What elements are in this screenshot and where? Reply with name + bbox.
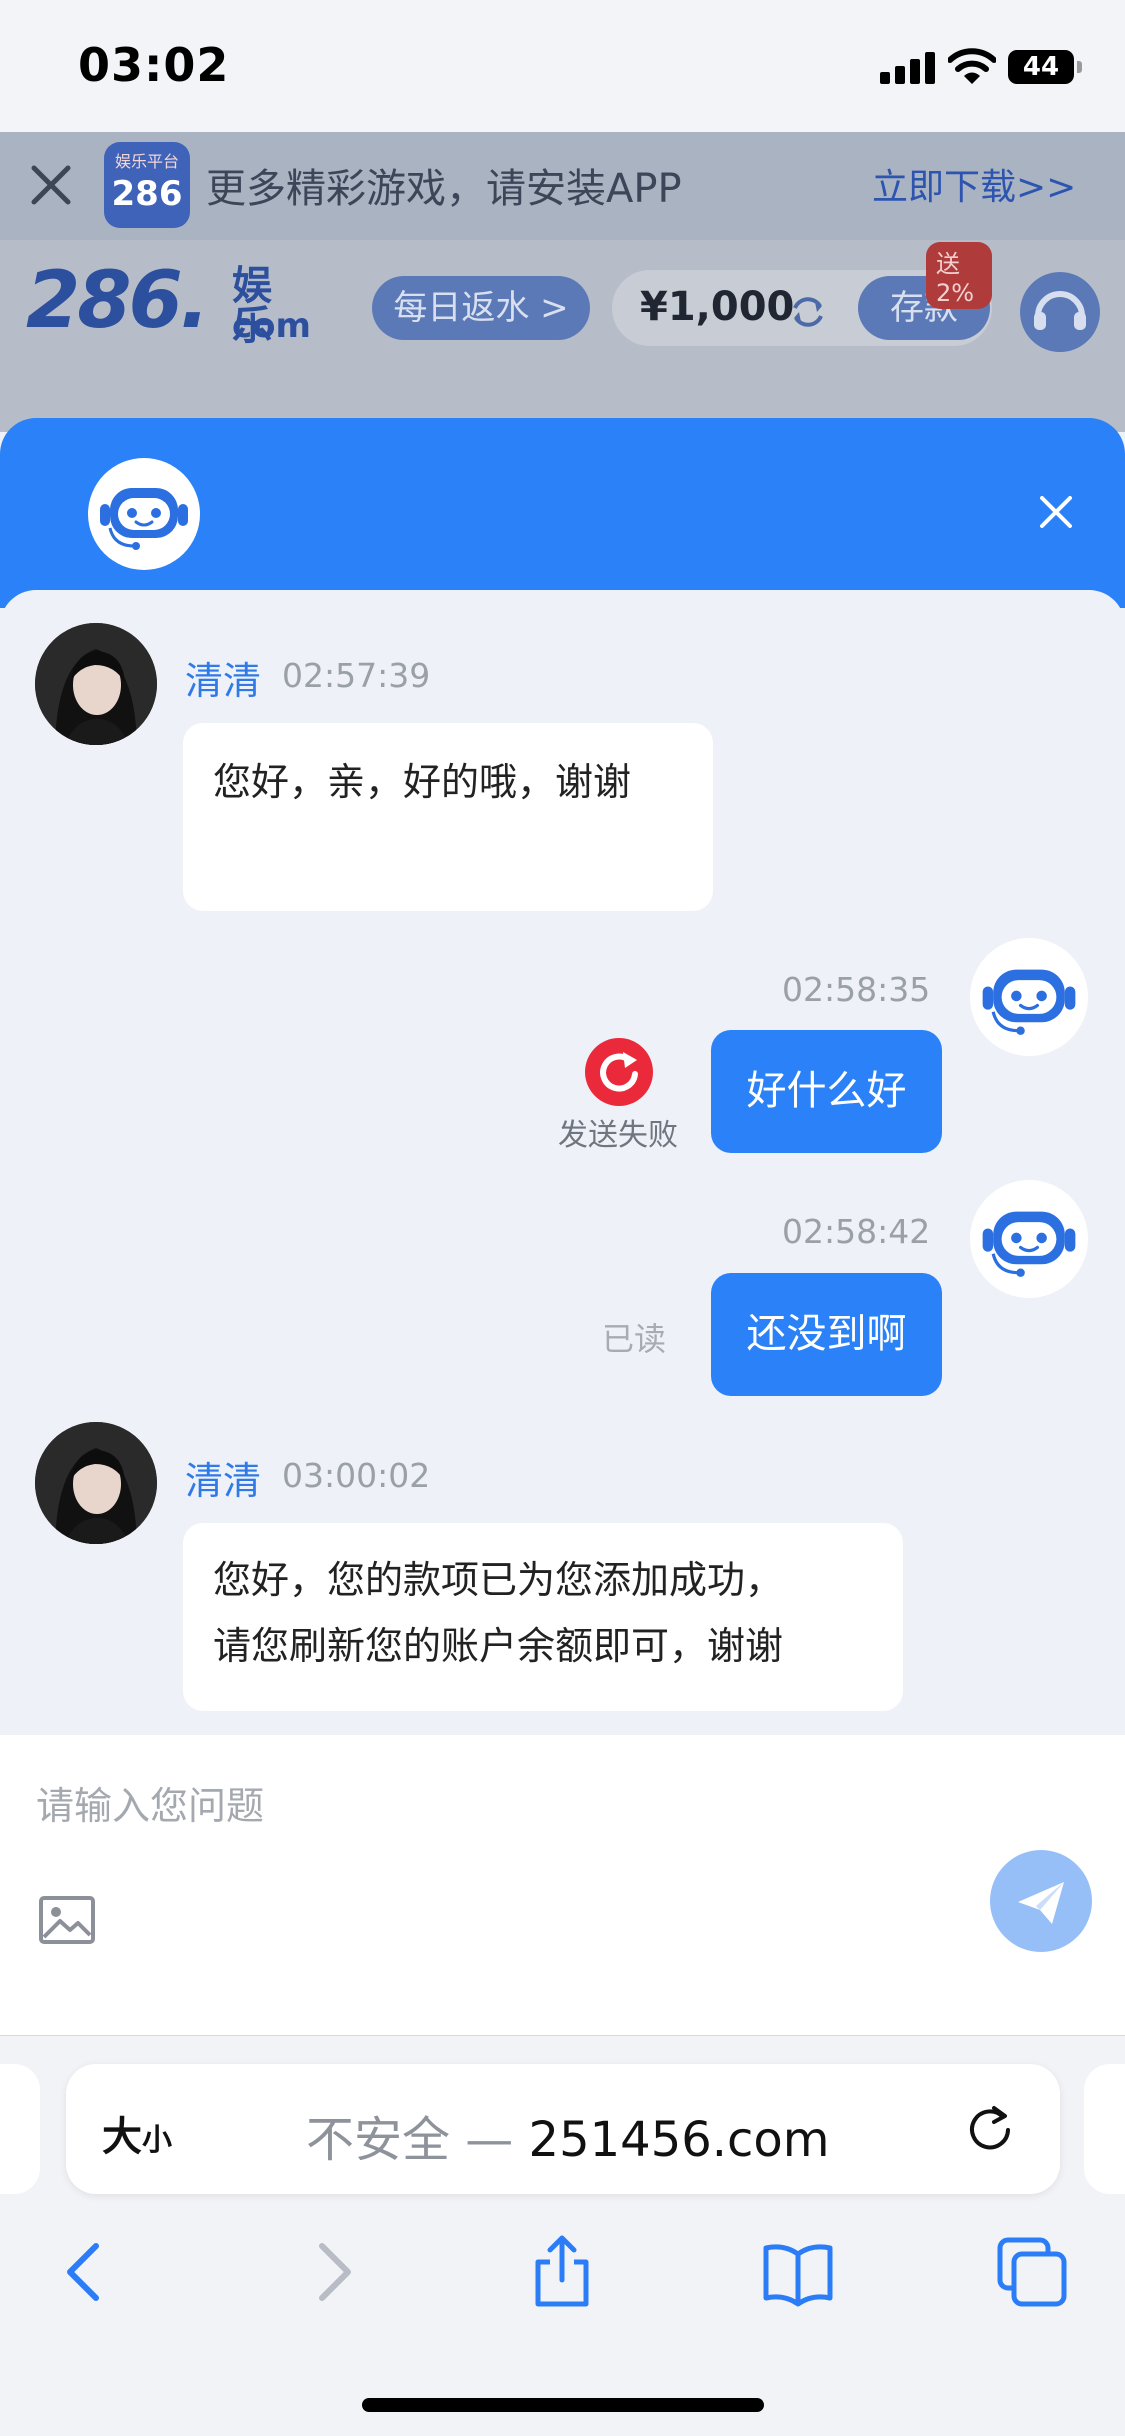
user-bot-avatar-icon [970,1180,1088,1298]
resend-icon[interactable] [585,1038,653,1106]
message-text: 还没到啊 [746,1311,907,1357]
tabs-icon[interactable] [992,2232,1072,2312]
address-bar[interactable]: 大小 不安全 — 251456.com [66,2064,1060,2194]
logo-suffix: com [232,306,311,346]
site-logo: 286. 娱乐 com [26,256,311,346]
status-bar: 03:02 44 [0,0,1125,132]
cellular-signal-icon [880,52,936,84]
chat-message-list[interactable]: 清清 02:57:39 您好，亲，好的哦，谢谢 02:58:35 好什么好 发送… [0,590,1125,1735]
chat-panel-header [0,418,1125,608]
next-tab-preview[interactable] [1084,2064,1125,2194]
url-domain: 251456.com [528,2112,830,2168]
url-display[interactable]: 不安全 — 251456.com [306,2100,830,2170]
bot-avatar-icon [88,458,200,570]
balance-box: ¥1,000 存款 送2% [612,242,992,346]
app-icon-number: 286 [111,174,183,214]
send-button[interactable] [990,1850,1092,1952]
user-bot-avatar-icon [970,938,1088,1056]
previous-tab-preview[interactable] [0,2064,40,2194]
balance-amount: ¥1,000 [640,284,795,330]
browser-toolbar: 大小 不安全 — 251456.com [0,2035,1125,2436]
read-status: 已读 [602,1320,667,1358]
status-time: 03:02 [78,38,230,92]
send-failed-status: 发送失败 [558,1118,678,1153]
text-size-label-small: 小 [142,2123,172,2158]
site-background: 娱乐平台 286 更多精彩游戏，请安装APP 立即下载>> 286. 娱乐 co… [0,132,1125,432]
bookmarks-icon[interactable] [758,2232,838,2312]
close-chat-icon[interactable] [1036,492,1076,532]
message-text: 您好，亲，好的哦，谢谢 [213,760,632,804]
home-indicator[interactable] [362,2398,764,2412]
customer-support-icon[interactable] [1020,272,1100,352]
forward-icon[interactable] [290,2232,370,2312]
back-icon[interactable] [48,2232,128,2312]
text-size-label-big: 大 [102,2114,142,2160]
message-time: 02:58:35 [782,970,931,1009]
refresh-balance-icon[interactable] [788,292,828,332]
chat-input-area [0,1735,1125,2035]
agent-avatar [35,623,157,745]
share-icon[interactable] [522,2232,602,2312]
outgoing-message-bubble: 还没到啊 [711,1273,942,1396]
message-text-line: 请您刷新您的账户余额即可，谢谢 [213,1624,784,1668]
reload-icon[interactable] [962,2100,1018,2156]
incoming-message-bubble: 您好，您的款项已为您添加成功， 请您刷新您的账户余额即可，谢谢 [183,1523,903,1711]
message-text-line: 您好，您的款项已为您添加成功， [213,1558,784,1602]
download-link[interactable]: 立即下载>> [872,158,1076,210]
sender-name: 清清 [185,1459,262,1503]
incoming-message-bubble: 您好，亲，好的哦，谢谢 [183,723,713,911]
deposit-bonus-badge: 送2% [926,242,992,309]
wifi-icon [948,48,996,84]
logo-number: 286. [26,256,209,346]
url-security-label: 不安全 — [306,2112,529,2168]
message-input[interactable] [36,1771,936,1841]
sender-name: 清清 [185,659,262,703]
battery-indicator: 44 [1008,50,1074,84]
message-text: 好什么好 [746,1068,907,1114]
message-time: 03:00:02 [282,1456,431,1495]
message-time: 02:57:39 [282,656,431,695]
close-icon[interactable] [28,154,74,214]
install-app-banner: 娱乐平台 286 更多精彩游戏，请安装APP 立即下载>> [0,132,1125,240]
banner-text: 更多精彩游戏，请安装APP [206,166,682,212]
image-upload-icon[interactable] [38,1895,96,1945]
app-icon-tag: 娱乐平台 [114,152,179,171]
message-time: 02:58:42 [782,1212,931,1251]
daily-rebate-button[interactable]: 每日返水 > [372,276,590,340]
app-icon[interactable]: 娱乐平台 286 [104,142,190,228]
battery-tip [1077,61,1082,73]
send-icon [1018,1882,1064,1924]
text-size-button[interactable]: 大小 [102,2104,172,2162]
agent-avatar [35,1422,157,1544]
outgoing-message-bubble: 好什么好 [711,1030,942,1153]
